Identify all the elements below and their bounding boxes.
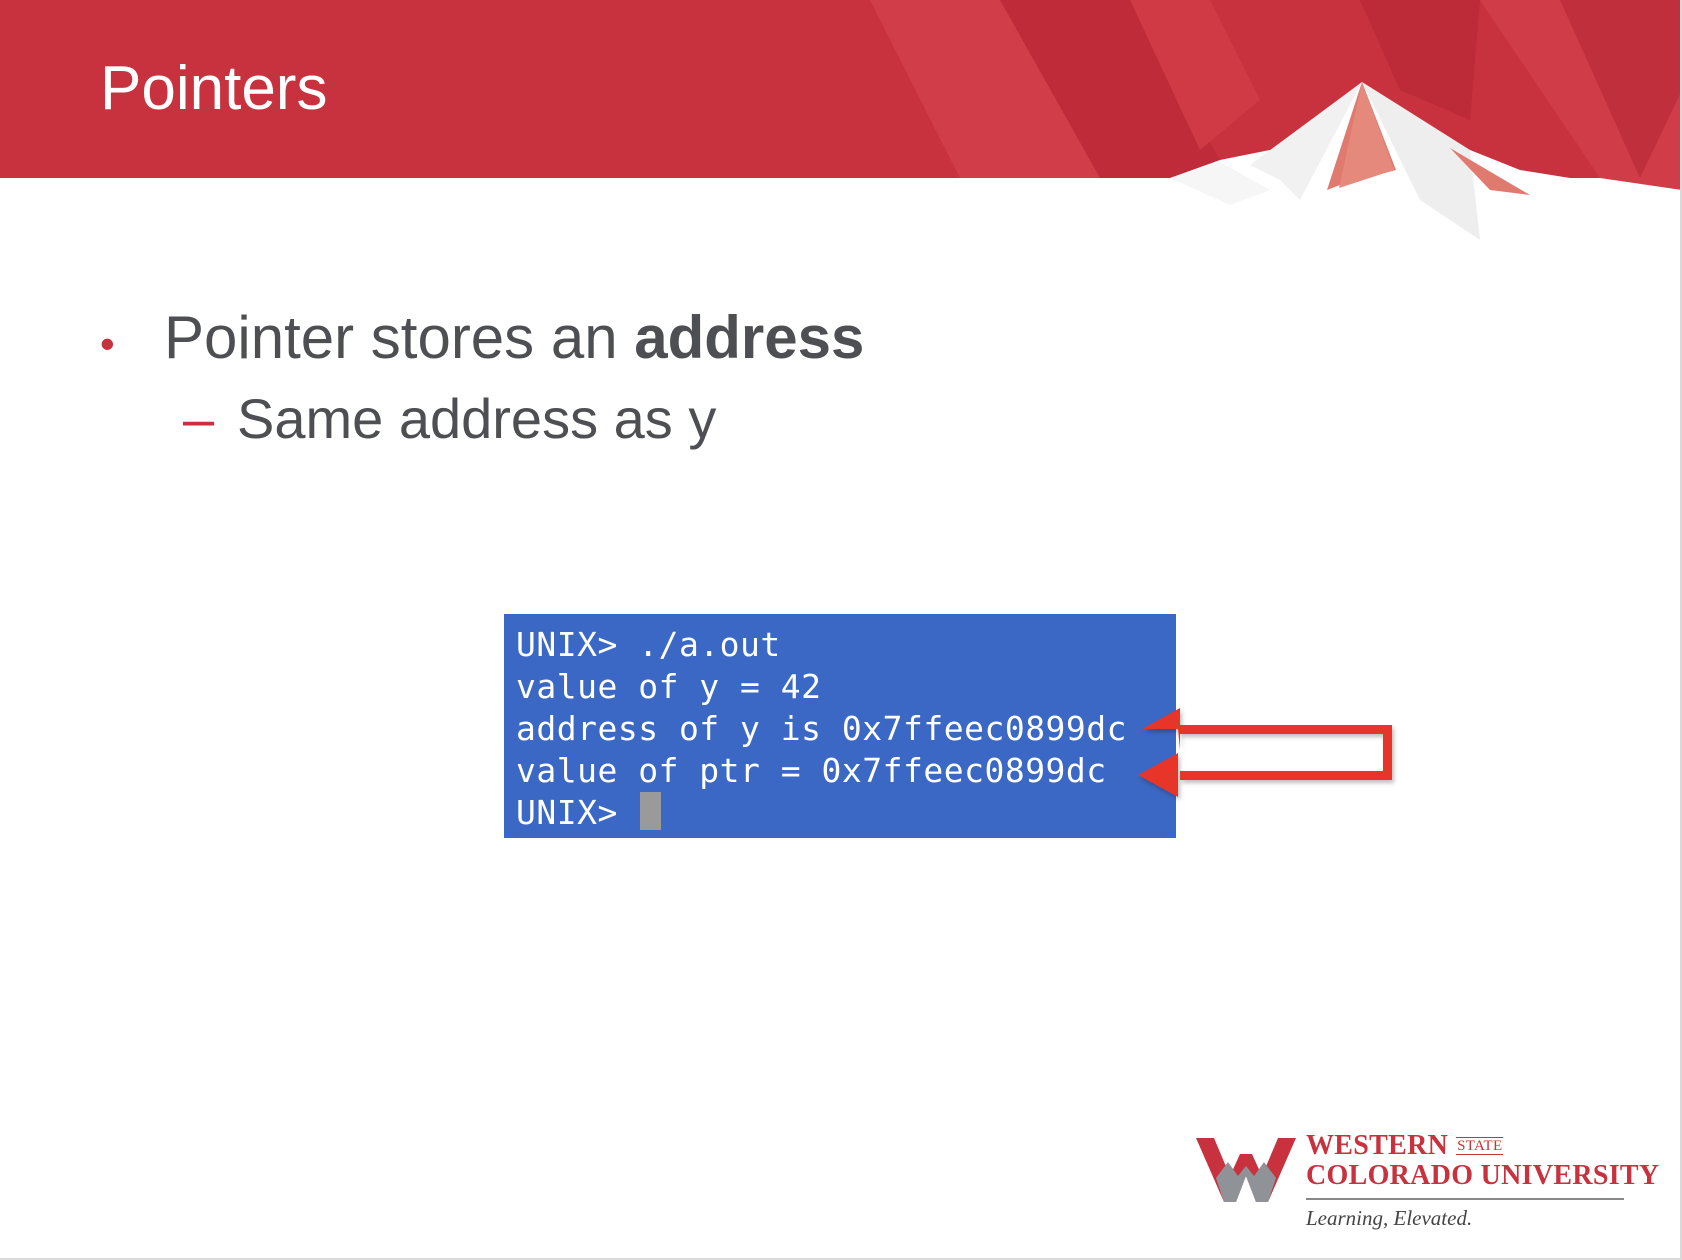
bullet-text: Pointer stores an address (164, 305, 864, 371)
terminal-screenshot: UNIX> ./a.out value of y = 42 address of… (504, 614, 1176, 838)
bullet-text-bold: address (634, 304, 865, 371)
bullet-marker: • (100, 320, 115, 367)
bullet-text-plain: Pointer stores an (164, 304, 635, 371)
terminal-cursor (640, 792, 662, 830)
terminal-line: value of ptr = 0x7ffeec0899dc (516, 751, 1107, 790)
sub-bullet-text: Same address as y (237, 387, 717, 450)
logo-name-line2: Colorado University (1306, 1160, 1660, 1191)
bullet-item: • Pointer stores an address (100, 305, 864, 371)
terminal-prompt: UNIX> (516, 793, 639, 832)
logo-word-western: Western (1306, 1130, 1449, 1161)
slide: Pointers • Pointer stores an address – S… (0, 0, 1682, 1260)
logo-name-line1: Western STATE (1306, 1130, 1504, 1162)
terminal-line: address of y is 0x7ffeec0899dc (516, 709, 1128, 748)
logo-word-state: STATE (1456, 1137, 1504, 1155)
slide-title: Pointers (100, 54, 328, 123)
sub-bullet-item: – Same address as y (183, 388, 716, 450)
connector-arrows-icon (1138, 708, 1392, 797)
logo-divider (1306, 1198, 1624, 1200)
logo-tagline: Learning, Elevated. (1306, 1206, 1473, 1230)
terminal-line: UNIX> ./a.out (516, 625, 781, 664)
sub-bullet-marker: – (183, 387, 215, 450)
terminal-line: value of y = 42 (516, 667, 822, 706)
university-logo: Western STATE Colorado University Learnin… (1196, 1128, 1659, 1238)
mountain-w-logo-icon (1196, 1138, 1296, 1202)
header-banner (0, 0, 1682, 260)
terminal-prompt-line: UNIX> (516, 792, 1176, 834)
